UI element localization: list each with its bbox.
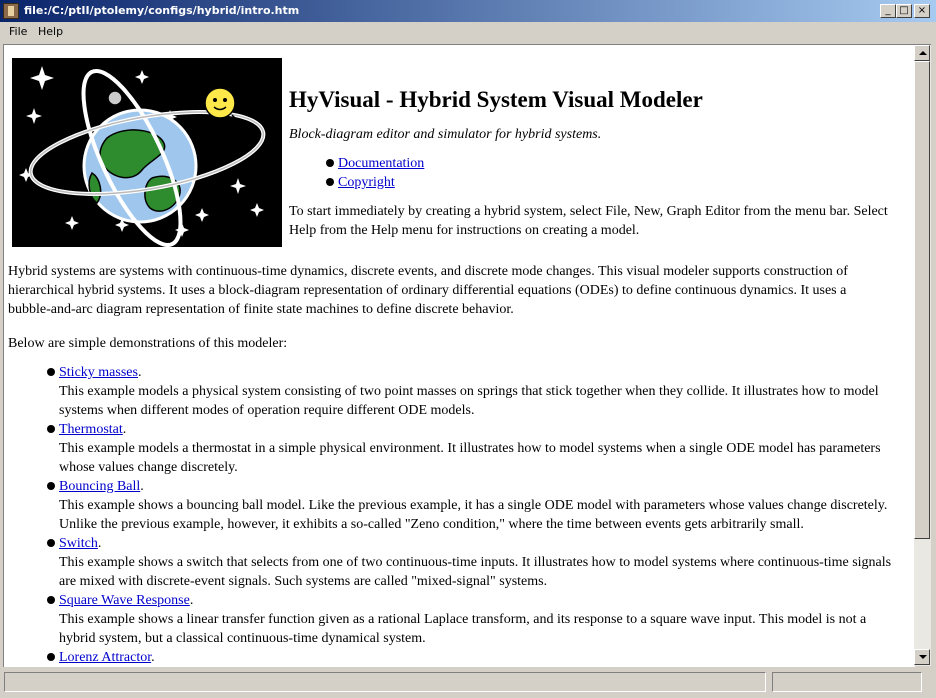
page-heading: HyVisual - Hybrid System Visual Modeler bbox=[289, 87, 703, 112]
lorenz-attractor-link[interactable]: Lorenz Attractor bbox=[59, 650, 151, 665]
sticky-masses-link[interactable]: Sticky masses bbox=[59, 365, 138, 380]
demo-description: systems when different modes of operatio… bbox=[59, 403, 475, 418]
bullet-icon bbox=[47, 368, 55, 376]
demos-intro: Below are simple demonstrations of this … bbox=[8, 336, 288, 351]
list-item: Sticky masses. bbox=[59, 365, 142, 380]
documentation-link[interactable]: Documentation bbox=[338, 154, 424, 173]
demo-description: are mixed with discrete-event signals. S… bbox=[59, 574, 548, 589]
demo-description: This example shows a switch that selects… bbox=[59, 555, 892, 570]
demo-description: This example models a thermostat in a si… bbox=[59, 441, 881, 456]
status-progress-pane bbox=[772, 672, 922, 692]
bullet-icon bbox=[47, 482, 55, 490]
page-subtitle: Block-diagram editor and simulator for h… bbox=[289, 127, 602, 142]
list-item: Thermostat. bbox=[59, 422, 127, 437]
bullet-icon bbox=[326, 159, 334, 167]
bullet-icon bbox=[47, 539, 55, 547]
arrow-up-icon bbox=[919, 51, 927, 55]
bullet-icon bbox=[326, 178, 334, 186]
html-content-pane[interactable]: HyVisual - Hybrid System Visual Modeler … bbox=[3, 44, 915, 667]
close-button[interactable]: × bbox=[914, 4, 930, 18]
demo-description: This example shows a bouncing ball model… bbox=[59, 498, 888, 513]
window-title: file:/C:/ptII/ptolemy/configs/hybrid/int… bbox=[24, 4, 300, 17]
title-bar: file:/C:/ptII/ptolemy/configs/hybrid/int… bbox=[0, 0, 936, 22]
list-item: Lorenz Attractor. bbox=[59, 650, 155, 665]
thermostat-link[interactable]: Thermostat bbox=[59, 422, 123, 437]
bullet-icon bbox=[47, 596, 55, 604]
bullet-icon bbox=[47, 653, 55, 661]
hyvisual-logo-image bbox=[12, 58, 282, 247]
maximize-button[interactable]: □ bbox=[896, 4, 912, 18]
demo-description: whose values change discretely. bbox=[59, 460, 238, 475]
menu-help[interactable]: Help bbox=[38, 25, 63, 38]
menu-bar: File Help bbox=[0, 22, 936, 42]
scroll-up-button[interactable] bbox=[914, 45, 930, 61]
maximize-icon: □ bbox=[899, 5, 909, 16]
intro-text-line: hierarchical hybrid systems. It uses a b… bbox=[8, 283, 847, 298]
list-item: Switch. bbox=[59, 536, 102, 551]
intro-text-line: Hybrid systems are systems with continuo… bbox=[8, 264, 848, 279]
minimize-button[interactable]: _ bbox=[880, 4, 896, 18]
close-icon: × bbox=[917, 5, 927, 16]
vertical-scrollbar[interactable] bbox=[914, 44, 931, 666]
app-icon[interactable] bbox=[3, 3, 19, 19]
square-wave-response-link[interactable]: Square Wave Response bbox=[59, 593, 190, 608]
minimize-icon: _ bbox=[885, 5, 891, 16]
bouncing-ball-link[interactable]: Bouncing Ball bbox=[59, 479, 140, 494]
start-text-line: Help from the Help menu for instructions… bbox=[289, 223, 640, 238]
menu-file[interactable]: File bbox=[9, 25, 27, 38]
globe-orbit-illustration bbox=[12, 58, 282, 247]
scroll-down-button[interactable] bbox=[914, 649, 930, 665]
status-bar bbox=[0, 667, 936, 698]
demo-description: hybrid system, but a classical continuou… bbox=[59, 631, 426, 646]
demo-description: Unlike the previous example, however, it… bbox=[59, 517, 804, 532]
switch-link[interactable]: Switch bbox=[59, 536, 98, 551]
copyright-link[interactable]: Copyright bbox=[338, 173, 395, 192]
status-message-pane bbox=[4, 672, 766, 692]
bullet-icon bbox=[47, 425, 55, 433]
demo-description: This example shows a linear transfer fun… bbox=[59, 612, 867, 627]
list-item: Bouncing Ball. bbox=[59, 479, 144, 494]
list-item: Square Wave Response. bbox=[59, 593, 194, 608]
demo-description: This example models a physical system co… bbox=[59, 384, 879, 399]
intro-text-line: bubble-and-arc diagram representation of… bbox=[8, 302, 514, 317]
arrow-down-icon bbox=[919, 655, 927, 659]
start-text-line: To start immediately by creating a hybri… bbox=[289, 204, 888, 219]
scroll-thumb[interactable] bbox=[914, 61, 930, 539]
